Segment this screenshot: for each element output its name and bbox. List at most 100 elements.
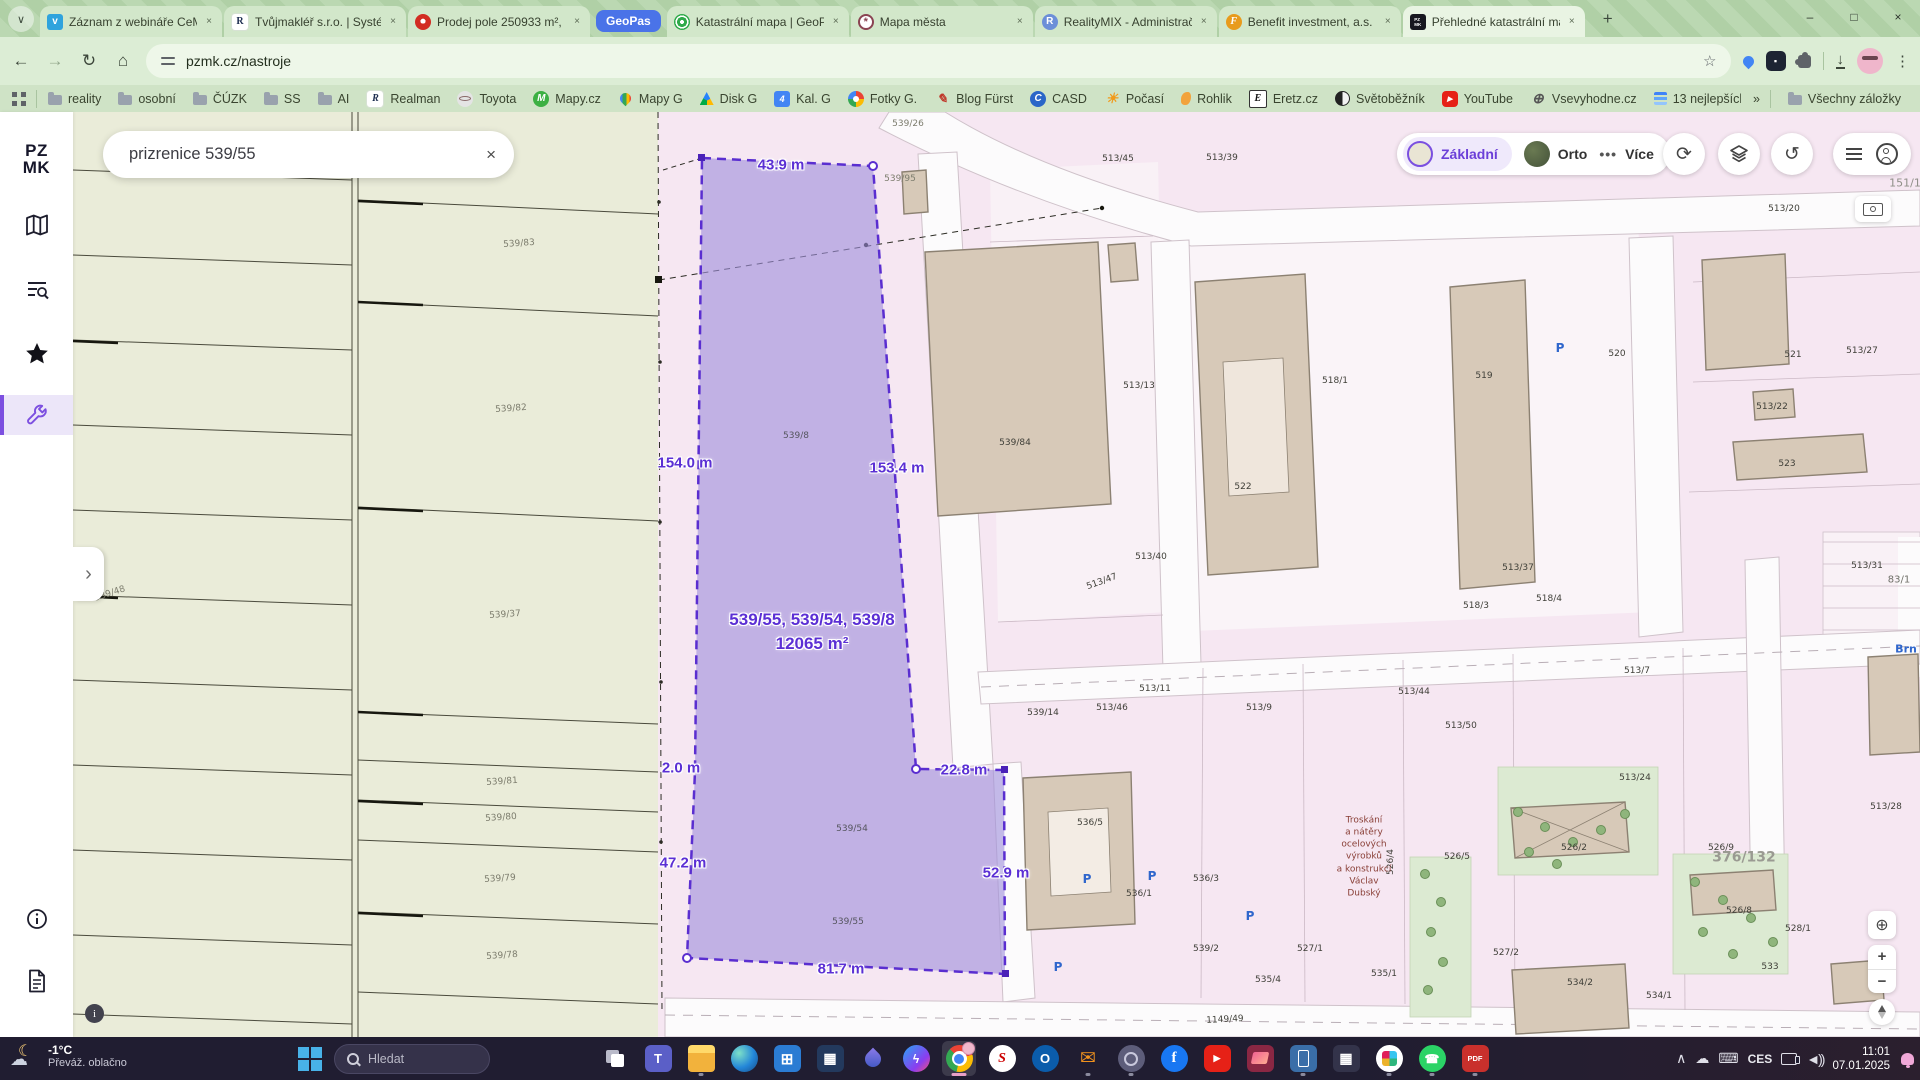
bookmark-item[interactable]: reality bbox=[41, 89, 108, 109]
close-button[interactable]: × bbox=[1876, 0, 1920, 34]
bookmark-item[interactable]: 13 nejlepších zdrojů... bbox=[1647, 89, 1741, 109]
browser-tab[interactable]: PZ MKPřehledné katastrální mapy× bbox=[1403, 6, 1585, 37]
tray-expand-icon[interactable]: ∧ bbox=[1676, 1050, 1686, 1067]
tab-close-icon[interactable]: × bbox=[387, 15, 399, 28]
all-bookmarks-button[interactable]: Všechny záložky bbox=[1781, 89, 1908, 109]
bookmark-item[interactable]: ČÚZK bbox=[186, 89, 254, 109]
bookmark-item[interactable]: SS bbox=[257, 89, 308, 109]
minimize-button[interactable]: – bbox=[1788, 0, 1832, 34]
bookmark-item[interactable]: RRealman bbox=[359, 87, 447, 111]
bookmark-item[interactable]: ⊕Vsevyhodne.cz bbox=[1523, 88, 1644, 110]
url-text[interactable]: pzmk.cz/nastroje bbox=[186, 53, 1693, 69]
downloads-icon[interactable]: ↓ bbox=[1836, 53, 1846, 69]
home-icon[interactable]: ⌂ bbox=[112, 51, 134, 71]
pdf-taskbar-button[interactable]: PDF bbox=[1458, 1041, 1492, 1076]
sidebar-item-favorites[interactable] bbox=[0, 335, 73, 371]
chrome-taskbar-button[interactable] bbox=[942, 1041, 976, 1076]
bookmark-item[interactable]: ▶YouTube bbox=[1435, 88, 1520, 110]
reload-icon[interactable]: ↻ bbox=[78, 51, 100, 71]
photosapp-taskbar-button[interactable] bbox=[1243, 1041, 1277, 1076]
bookmark-item[interactable]: AI bbox=[311, 89, 357, 109]
forward-icon[interactable]: → bbox=[44, 51, 66, 71]
bookmark-star-icon[interactable]: ☆ bbox=[1703, 52, 1716, 70]
language-indicator[interactable]: CES bbox=[1748, 1052, 1773, 1066]
tab-close-icon[interactable]: × bbox=[1014, 15, 1026, 28]
bookmark-item[interactable]: MMapy.cz bbox=[526, 88, 608, 110]
paint3d-taskbar-button[interactable] bbox=[856, 1041, 890, 1076]
mailorange-taskbar-button[interactable]: ✉ bbox=[1071, 1041, 1105, 1076]
messenger-taskbar-button[interactable]: ϟ bbox=[899, 1041, 933, 1076]
bookmarks-overflow-icon[interactable]: » bbox=[1753, 92, 1760, 106]
onedrive-icon[interactable]: ☁ bbox=[1695, 1050, 1709, 1067]
browser-tab[interactable]: RTvůjmakléř s.r.o. | Systém Re× bbox=[224, 6, 406, 37]
bookmark-item[interactable]: Disk G bbox=[693, 89, 765, 109]
bookmark-item[interactable]: Toyota bbox=[450, 88, 523, 110]
bookmark-item[interactable]: Fotky G. bbox=[841, 88, 924, 110]
rotate-3d-button[interactable]: ⟳ bbox=[1663, 133, 1705, 175]
taskview-taskbar-button[interactable] bbox=[598, 1041, 632, 1076]
compass-button[interactable] bbox=[1869, 999, 1895, 1025]
layers-button[interactable] bbox=[1718, 133, 1760, 175]
maximize-button[interactable]: □ bbox=[1832, 0, 1876, 34]
bookmark-item[interactable]: EEretz.cz bbox=[1242, 87, 1325, 111]
apps-grid-icon[interactable] bbox=[12, 92, 26, 106]
keyboard-icon[interactable]: ⌨ bbox=[1718, 1050, 1738, 1067]
map-search-box[interactable]: prizrenice 539/55 × bbox=[103, 131, 514, 178]
tab-close-icon[interactable]: × bbox=[1382, 15, 1394, 28]
sreality-taskbar-button[interactable]: S bbox=[985, 1041, 1019, 1076]
basemap-basic-chip[interactable]: Základní bbox=[1403, 137, 1512, 171]
bookmark-item[interactable]: Světoběžník bbox=[1328, 88, 1432, 109]
network-icon[interactable] bbox=[1781, 1053, 1797, 1065]
bookmark-item[interactable]: 4Kal. G bbox=[767, 88, 838, 110]
tab-close-icon[interactable]: × bbox=[203, 15, 215, 28]
zoom-in-button[interactable]: + bbox=[1868, 945, 1896, 970]
basemap-ortho-chip[interactable]: Orto bbox=[1524, 141, 1588, 167]
phonelink-taskbar-button[interactable] bbox=[1286, 1041, 1320, 1076]
browser-tab[interactable]: vZáznam z webináře CeMap× bbox=[40, 6, 222, 37]
sidebar-item-search-list[interactable] bbox=[0, 272, 73, 308]
extensions-puzzle-icon[interactable] bbox=[1798, 55, 1811, 68]
basemap-more-chip[interactable]: ••• Více bbox=[1599, 146, 1654, 162]
volume-icon[interactable]: ◄)) bbox=[1806, 1051, 1823, 1067]
site-settings-icon[interactable] bbox=[160, 53, 176, 69]
bookmark-item[interactable]: CCASD bbox=[1023, 88, 1094, 110]
map-search-input[interactable]: prizrenice 539/55 bbox=[129, 145, 486, 164]
taskbar-search[interactable]: Hledat bbox=[334, 1044, 490, 1074]
explorer-taskbar-button[interactable] bbox=[684, 1041, 718, 1076]
tab-search-button[interactable]: ∨ bbox=[8, 6, 34, 32]
zoom-out-button[interactable]: − bbox=[1868, 970, 1896, 994]
account-icon[interactable] bbox=[1876, 143, 1898, 165]
sidebar-item-tools[interactable] bbox=[0, 397, 73, 433]
sidebar-item-maps[interactable] bbox=[0, 207, 73, 243]
address-bar[interactable]: pzmk.cz/nastroje ☆ bbox=[146, 44, 1731, 78]
clock[interactable]: 11:01 07.01.2025 bbox=[1832, 1045, 1890, 1073]
browser-tab[interactable]: Katastrální mapa | Geo­Pas.c× bbox=[667, 6, 849, 37]
tab-close-icon[interactable]: × bbox=[1198, 15, 1210, 28]
location-pin-extension-icon[interactable] bbox=[1740, 53, 1756, 69]
sidebar-item-documents[interactable] bbox=[0, 963, 73, 999]
tab-group-label[interactable]: GeoPas bbox=[596, 10, 661, 32]
tab-close-icon[interactable]: × bbox=[571, 15, 583, 28]
sidebar-item-info[interactable] bbox=[0, 901, 73, 937]
outlook-taskbar-button[interactable]: O bbox=[1028, 1041, 1062, 1076]
camera-taskbar-button[interactable] bbox=[1114, 1041, 1148, 1076]
browser-tab[interactable]: Prodej pole 250933 m², Mě× bbox=[408, 6, 590, 37]
profile-avatar[interactable] bbox=[1857, 48, 1883, 74]
sidebar-expand-button[interactable]: › bbox=[73, 547, 104, 601]
browser-tab[interactable]: RRealityMIX - Administrační× bbox=[1035, 6, 1217, 37]
tab-close-icon[interactable]: × bbox=[1566, 15, 1578, 28]
bookmark-item[interactable]: osobní bbox=[111, 89, 183, 109]
bookmark-item[interactable]: Mapy G bbox=[611, 88, 690, 109]
whatsapp-taskbar-button[interactable]: ☎ bbox=[1415, 1041, 1449, 1076]
edge-taskbar-button[interactable] bbox=[727, 1041, 761, 1076]
slack-taskbar-button[interactable] bbox=[1372, 1041, 1406, 1076]
browser-tab[interactable]: FBenefit investment, a.s. (Iva× bbox=[1219, 6, 1401, 37]
new-tab-button[interactable]: + bbox=[1595, 6, 1621, 32]
taskbar-weather-widget[interactable]: ☾ ☁ -1°C Převáž. oblačno bbox=[10, 1041, 127, 1071]
history-button[interactable]: ↺ bbox=[1771, 133, 1813, 175]
teams-taskbar-button[interactable]: T bbox=[641, 1041, 675, 1076]
calc-taskbar-button[interactable]: ▦ bbox=[1329, 1041, 1363, 1076]
menu-icon[interactable] bbox=[1846, 153, 1862, 155]
start-button[interactable] bbox=[296, 1045, 324, 1073]
facebook-taskbar-button[interactable]: f bbox=[1157, 1041, 1191, 1076]
